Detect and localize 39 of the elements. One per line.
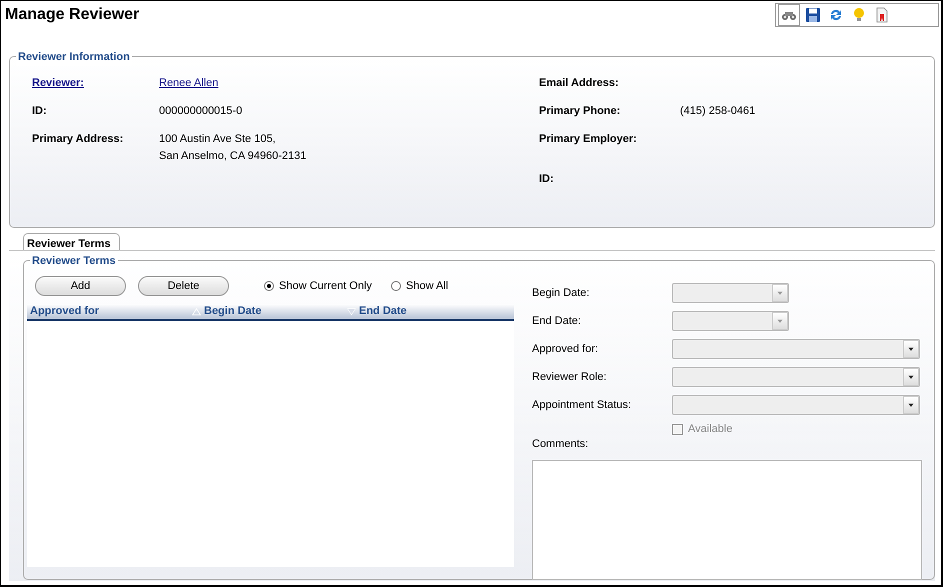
field-value: 000000000015-0 xyxy=(159,104,244,119)
page-title: Manage Reviewer xyxy=(5,5,140,25)
date-picker[interactable] xyxy=(672,311,789,331)
date-picker[interactable] xyxy=(672,283,789,303)
column-header[interactable]: End Date xyxy=(344,303,514,320)
document-icon xyxy=(874,7,890,23)
save-icon xyxy=(805,7,821,23)
field-label: Approved for: xyxy=(532,342,600,357)
field-label: Email Address: xyxy=(539,76,620,91)
tab[interactable]: Reviewer Terms xyxy=(23,233,120,251)
field-label: Begin Date: xyxy=(532,286,590,301)
action-button[interactable]: Add xyxy=(35,276,126,296)
field-label: Appointment Status: xyxy=(532,398,632,413)
toolbar-button[interactable] xyxy=(778,4,800,26)
dropdown[interactable] xyxy=(672,367,920,387)
field-label: Primary Address: xyxy=(32,132,124,147)
lightbulb-icon xyxy=(851,7,867,23)
field-label: Comments: xyxy=(532,436,590,452)
field-label: Primary Employer: xyxy=(539,132,638,147)
radio-option[interactable]: Show Current Only xyxy=(264,278,372,294)
field-label: Primary Phone: xyxy=(539,104,622,119)
sort-ascending-icon xyxy=(192,307,201,316)
action-button[interactable]: Delete xyxy=(138,276,229,296)
field-label[interactable]: Reviewer: xyxy=(32,75,159,103)
column-header[interactable]: Begin Date xyxy=(189,303,344,320)
field-value: (415) 258-0461 xyxy=(680,104,756,119)
field-label: Reviewer Role: xyxy=(532,370,608,385)
sort-descending-icon xyxy=(347,307,356,316)
dropdown[interactable] xyxy=(672,395,920,415)
field-label: ID: xyxy=(32,104,48,119)
field-label: ID: xyxy=(539,172,555,187)
dropdown[interactable] xyxy=(672,339,920,359)
radio-option[interactable]: Show All xyxy=(391,278,448,294)
field-label: End Date: xyxy=(532,314,582,329)
column-header[interactable]: Approved for xyxy=(27,303,189,320)
comments-field[interactable] xyxy=(532,460,922,580)
refresh-icon xyxy=(828,7,844,23)
field-value[interactable]: Renee Allen xyxy=(159,75,539,103)
field-value: 100 Austin Ave Ste 105, San Anselmo, CA 94960-2131 xyxy=(159,132,308,164)
